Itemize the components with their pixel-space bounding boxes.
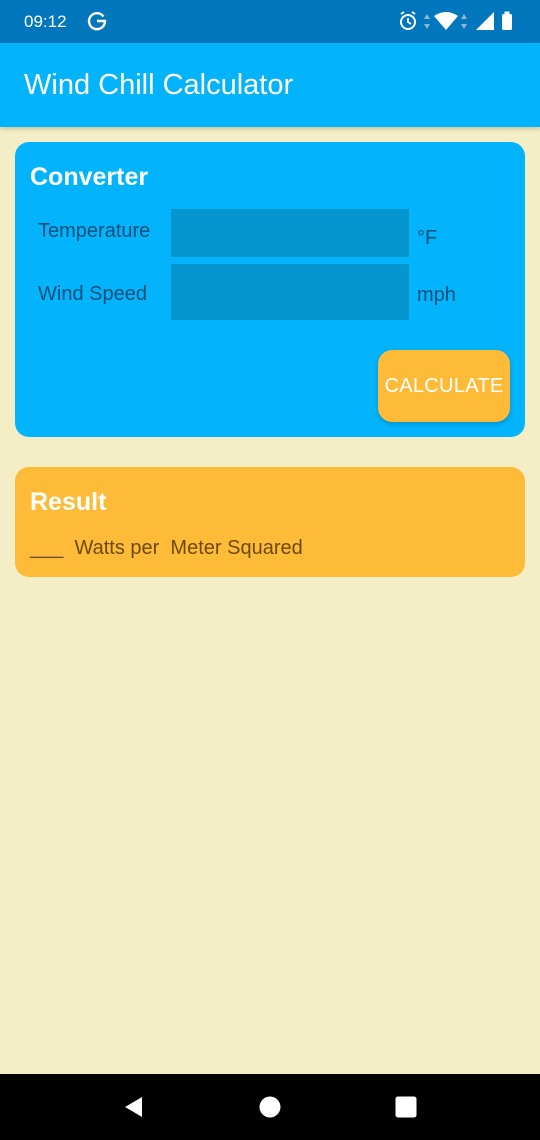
converter-card: Converter Temperature °F Wind Speed mph … <box>15 142 525 437</box>
alarm-icon <box>400 11 416 30</box>
g-logo-icon <box>87 12 107 31</box>
result-card: Result ___ Watts per Meter Squared <box>15 467 525 577</box>
status-time: 09:12 <box>24 12 67 31</box>
signal-icon <box>476 12 494 30</box>
recents-icon[interactable] <box>394 1095 418 1119</box>
status-icons <box>400 11 512 30</box>
data-arrows-icon <box>424 14 430 29</box>
wind-speed-label: Wind Speed <box>38 283 147 305</box>
battery-icon <box>502 11 512 30</box>
app-title: Wind Chill Calculator <box>24 69 294 101</box>
result-text: ___ Watts per Meter Squared <box>30 537 303 559</box>
temperature-unit: °F <box>417 227 438 249</box>
wind-speed-input[interactable] <box>171 264 409 320</box>
data-arrows-icon <box>461 14 467 29</box>
temperature-label: Temperature <box>38 220 151 242</box>
back-icon[interactable] <box>122 1095 146 1119</box>
converter-title: Converter <box>30 163 149 191</box>
wifi-icon <box>434 12 458 30</box>
home-icon[interactable] <box>258 1095 282 1119</box>
calculate-button[interactable]: CALCULATE <box>378 350 510 422</box>
nav-bar <box>0 1074 540 1140</box>
app-bar: Wind Chill Calculator <box>0 43 540 127</box>
status-bar: 09:12 <box>0 0 540 43</box>
result-title: Result <box>30 488 107 516</box>
wind-speed-unit: mph <box>417 284 456 306</box>
temperature-input[interactable] <box>171 209 409 257</box>
